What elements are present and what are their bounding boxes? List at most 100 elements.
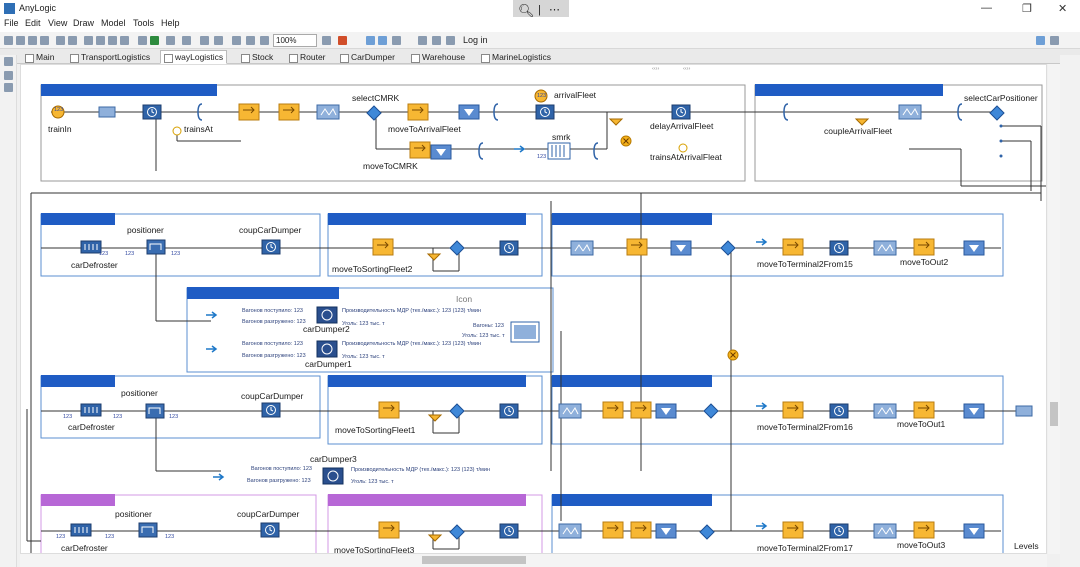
- menu-file[interactable]: File: [4, 18, 19, 28]
- menu-edit[interactable]: Edit: [25, 18, 41, 28]
- tab-stock[interactable]: Stock: [237, 50, 277, 64]
- horizontal-scroll-thumb[interactable]: [422, 556, 526, 564]
- zoom-out-icon[interactable]: [246, 36, 255, 45]
- label-movetosortingfleet3: moveToSortingFleet3: [334, 545, 415, 554]
- stop-icon[interactable]: [182, 36, 191, 45]
- label-movetoterminal2from16: moveToTerminal2From16: [757, 422, 853, 432]
- dumper-stat-unloaded: Вагонов разгружено: 123: [242, 353, 306, 359]
- tab-router[interactable]: Router: [285, 50, 330, 64]
- arrange-icon[interactable]: [432, 36, 441, 45]
- side-tool-icon[interactable]: [4, 57, 13, 66]
- dumper-stat-capacity: Производительность МДР (тех./макс.): 123…: [342, 341, 481, 347]
- label-selectcarpositioner: selectCarPositioner: [964, 93, 1038, 103]
- dumper-stat-capacity: Производительность МДР (тех./макс.): 123…: [351, 467, 490, 473]
- paint-icon[interactable]: [338, 36, 347, 45]
- car-marker: ‹‹››: [652, 66, 660, 72]
- counter-value: 123: [165, 534, 175, 540]
- counter-value: 123: [105, 534, 115, 540]
- tab-car-dumper[interactable]: CarDumper: [336, 50, 399, 64]
- save-all-icon[interactable]: [40, 36, 49, 45]
- label-cardumper1: carDumper1: [305, 359, 352, 369]
- zoom-fit-icon[interactable]: [260, 36, 269, 45]
- select-icon[interactable]: [200, 36, 209, 45]
- label-selectcmrk: selectCMRK: [352, 93, 400, 103]
- counter-value: 123: [99, 251, 109, 257]
- properties-icon[interactable]: [446, 36, 455, 45]
- dumper-stat-coal: Уголь: 123 тыс. т: [342, 321, 385, 327]
- close-button[interactable]: ✕: [1058, 2, 1067, 15]
- counter-value: 123: [169, 414, 179, 420]
- dumper-stat-capacity: Производительность МДР (тех./макс.): 123…: [342, 308, 481, 314]
- menu-help[interactable]: Help: [161, 18, 180, 28]
- dumper-stat-unloaded: Вагонов разгружено: 123: [247, 478, 311, 484]
- label-movetoterminal2from17: moveToTerminal2From17: [757, 543, 853, 553]
- counter-value: 123: [63, 414, 73, 420]
- label-cardefroster: carDefroster: [68, 422, 115, 432]
- menu-tools[interactable]: Tools: [133, 18, 154, 28]
- label-trainsat: trainsAt: [184, 124, 213, 134]
- paste-icon[interactable]: [108, 36, 117, 45]
- open-icon[interactable]: [16, 36, 25, 45]
- icon-panel-title: Icon: [456, 294, 473, 304]
- left-side-toolbar: [0, 55, 17, 567]
- pan-icon[interactable]: [214, 36, 223, 45]
- dumper-stat-coal: Уголь: 123 тыс. т: [351, 479, 394, 485]
- tab-marine-logistics[interactable]: MarineLogistics: [477, 50, 555, 64]
- zoom-level-select[interactable]: 100%: [273, 34, 317, 47]
- snap-icon[interactable]: [378, 36, 387, 45]
- menu-bar: File Edit View Draw Model Tools Help: [0, 17, 1080, 32]
- menu-model[interactable]: Model: [101, 18, 126, 28]
- settings-icon[interactable]: [1050, 36, 1059, 45]
- tab-way-logistics[interactable]: wayLogistics: [160, 50, 228, 64]
- zoom-dropdown-icon[interactable]: [322, 36, 331, 45]
- label-cardefroster: carDefroster: [61, 543, 108, 553]
- menu-view[interactable]: View: [48, 18, 67, 28]
- label-smrk: smrk: [552, 132, 571, 142]
- copy-icon[interactable]: [96, 36, 105, 45]
- run-icon[interactable]: [150, 36, 159, 45]
- side-tool-icon[interactable]: [4, 83, 13, 92]
- build-icon[interactable]: [138, 36, 147, 45]
- levels-control[interactable]: Levels: [1012, 541, 1041, 551]
- minimize-button[interactable]: —: [981, 2, 992, 14]
- label-delayarrivalfleet: delayArrivalFleet: [650, 121, 714, 131]
- counter-value: 123: [171, 251, 181, 257]
- side-tool-icon[interactable]: [4, 71, 13, 80]
- dumper-stat-coal: Уголь: 123 тыс. т: [342, 354, 385, 360]
- login-button[interactable]: Log in: [463, 35, 488, 45]
- vertical-scrollbar[interactable]: [1048, 64, 1060, 554]
- layers-icon[interactable]: [392, 36, 401, 45]
- label-movetosortingfleet1: moveToSortingFleet1: [335, 425, 416, 435]
- vertical-scroll-thumb[interactable]: [1050, 402, 1058, 426]
- tab-main[interactable]: Main: [21, 50, 58, 64]
- counter-value: 123: [113, 414, 123, 420]
- label-couplearrivalfleet: coupleArrivalFleet: [824, 126, 893, 136]
- model-canvas[interactable]: trainIn trainsAt selectCMRK moveToArrivalFl…: [20, 64, 1047, 554]
- label-trainsatarrivalfleat: trainsAtArrivalFleat: [650, 152, 722, 162]
- cut-icon[interactable]: [84, 36, 93, 45]
- label-movetocmrk: moveToCMRK: [363, 161, 418, 171]
- label-movetoarrivalfleet: moveToArrivalFleet: [388, 124, 461, 134]
- redo-icon[interactable]: [68, 36, 77, 45]
- tab-warehouse[interactable]: Warehouse: [407, 50, 469, 64]
- maximize-button[interactable]: ❐: [1022, 2, 1032, 15]
- save-icon[interactable]: [28, 36, 37, 45]
- tab-transport-logistics[interactable]: TransportLogistics: [66, 50, 154, 64]
- more-icon[interactable]: ⋯: [549, 3, 560, 16]
- perspective-icon[interactable]: [1036, 36, 1045, 45]
- undo-icon[interactable]: [56, 36, 65, 45]
- label-movetoterminal2from15: moveToTerminal2From15: [757, 259, 853, 269]
- zoom-in-icon[interactable]: [232, 36, 241, 45]
- delete-icon[interactable]: [120, 36, 129, 45]
- connector-icon[interactable]: [418, 36, 427, 45]
- dumper-stat-unloaded: Вагонов разгружено: 123: [242, 319, 306, 325]
- menu-draw[interactable]: Draw: [73, 18, 94, 28]
- label-positioner: positioner: [121, 388, 158, 398]
- new-model-icon[interactable]: [4, 36, 13, 45]
- debug-icon[interactable]: [166, 36, 175, 45]
- grid-icon[interactable]: [366, 36, 375, 45]
- horizontal-scrollbar[interactable]: [20, 554, 1047, 567]
- car-marker: ‹‹››: [683, 66, 691, 72]
- label-coupcardumper: coupCarDumper: [241, 391, 304, 401]
- counter-value: 123: [56, 534, 66, 540]
